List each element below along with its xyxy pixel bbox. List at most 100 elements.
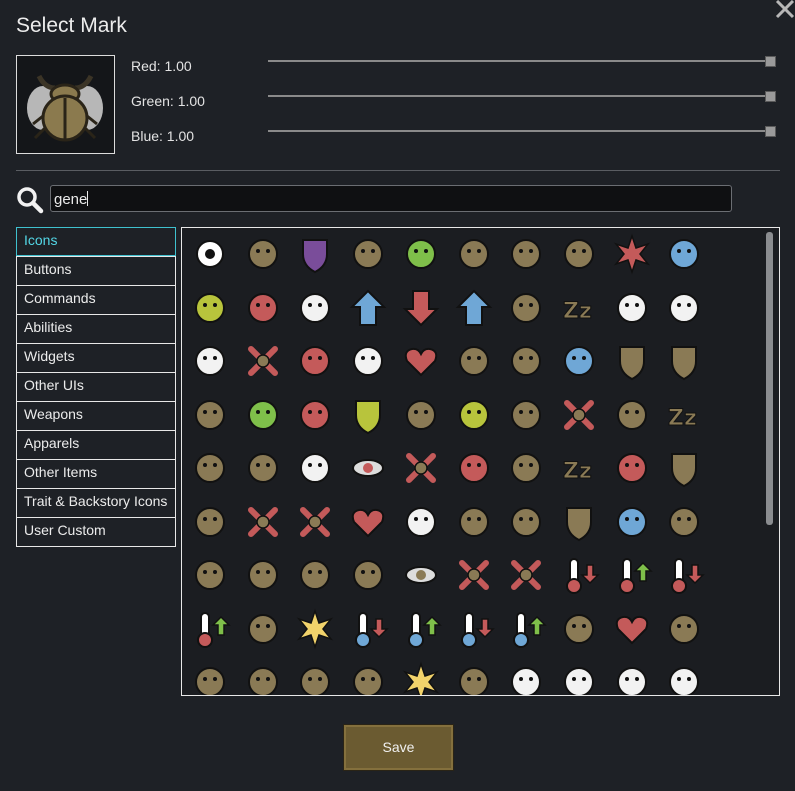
hook-icon[interactable] xyxy=(504,339,548,383)
save-button[interactable]: Save xyxy=(343,724,454,771)
arrow-down-cross-red-icon[interactable] xyxy=(399,286,443,330)
category-user-custom[interactable]: User Custom xyxy=(16,517,176,547)
dna-icon[interactable] xyxy=(346,660,390,695)
arrows-expand-blue-icon[interactable] xyxy=(557,339,601,383)
rock-pustules-icon[interactable] xyxy=(188,286,232,330)
crescent-shield-icon[interactable] xyxy=(662,446,706,490)
broken-heart-icon[interactable] xyxy=(399,339,443,383)
starburst-red-icon[interactable] xyxy=(610,232,654,276)
bow-cross-icon[interactable] xyxy=(293,500,337,544)
zombie-head-icon[interactable] xyxy=(399,500,443,544)
fox-head-mic-icon[interactable] xyxy=(188,339,232,383)
turtle-icon[interactable] xyxy=(241,446,285,490)
category-other-uis[interactable]: Other UIs xyxy=(16,372,176,401)
shield-yellow-icon[interactable] xyxy=(346,393,390,437)
smiley-green-icon[interactable] xyxy=(241,393,285,437)
wolf-shield-icon[interactable] xyxy=(662,339,706,383)
category-other-items[interactable]: Other Items xyxy=(16,459,176,488)
hand-white-icon[interactable] xyxy=(293,286,337,330)
category-commands[interactable]: Commands xyxy=(16,285,176,314)
blue-slider-handle[interactable] xyxy=(765,126,776,137)
jaw-icon[interactable] xyxy=(241,660,285,695)
running-animal-icon[interactable] xyxy=(504,286,548,330)
syringe-red-icon[interactable] xyxy=(241,286,285,330)
category-trait-backstory-icons[interactable]: Trait & Backstory Icons xyxy=(16,488,176,517)
paper-sack-icon[interactable] xyxy=(399,393,443,437)
crossed-fist-icon[interactable] xyxy=(504,553,548,597)
dancer-icon[interactable] xyxy=(241,553,285,597)
thermometer-blue-up-icon[interactable] xyxy=(399,607,443,651)
head-mic-icon[interactable] xyxy=(610,286,654,330)
tooth-face-icon[interactable] xyxy=(504,660,548,695)
skull-cross-blue-icon[interactable] xyxy=(399,446,443,490)
hair-icon[interactable] xyxy=(452,660,496,695)
no-entry-icon[interactable] xyxy=(610,393,654,437)
eye-red-icon[interactable] xyxy=(346,446,390,490)
zz-tan-icon[interactable]: Zz xyxy=(557,446,601,490)
cross-out-icon[interactable] xyxy=(241,339,285,383)
tusk-icon[interactable] xyxy=(452,339,496,383)
long-hair-face-icon[interactable] xyxy=(610,660,654,695)
claws-icon[interactable] xyxy=(504,500,548,544)
armor-icon[interactable] xyxy=(188,553,232,597)
radiation-shield-icon[interactable] xyxy=(610,339,654,383)
stomach-icon[interactable] xyxy=(452,232,496,276)
crossed-swords-green-icon[interactable] xyxy=(557,393,601,437)
hand-icon[interactable] xyxy=(662,660,706,695)
leap-arrow-icon[interactable] xyxy=(557,607,601,651)
beetle-small-icon[interactable] xyxy=(452,500,496,544)
category-buttons[interactable]: Buttons xyxy=(16,256,176,285)
head-fur-mic-icon[interactable] xyxy=(662,286,706,330)
category-icons[interactable]: Icons xyxy=(16,227,176,256)
teddy-bear-icon[interactable] xyxy=(188,660,232,695)
search-input[interactable]: gene xyxy=(50,185,732,212)
crossed-lizard-icon[interactable] xyxy=(452,553,496,597)
pustules-yellow-icon[interactable] xyxy=(452,393,496,437)
thermometer-blue-icon[interactable] xyxy=(346,607,390,651)
hearts-red-icon[interactable] xyxy=(346,500,390,544)
face-red-icon[interactable] xyxy=(293,339,337,383)
body-white-icon[interactable] xyxy=(293,446,337,490)
dragon-red-icon[interactable] xyxy=(452,446,496,490)
sun-icon[interactable] xyxy=(399,660,443,695)
thermometer-blue-up2-icon[interactable] xyxy=(504,607,548,651)
nose-icon[interactable] xyxy=(293,553,337,597)
stomach-tan-icon[interactable] xyxy=(504,393,548,437)
icon-grid-scrollbar[interactable] xyxy=(766,232,773,525)
lungs-icon[interactable] xyxy=(241,232,285,276)
bearded-face-icon[interactable] xyxy=(346,339,390,383)
planet-icon[interactable] xyxy=(346,232,390,276)
arrow-up-plus-blue-icon[interactable] xyxy=(452,286,496,330)
green-slider[interactable] xyxy=(268,91,776,102)
dice-shield-icon[interactable] xyxy=(557,500,601,544)
green-slider-handle[interactable] xyxy=(765,91,776,102)
category-abilities[interactable]: Abilities xyxy=(16,314,176,343)
rabbit-icon[interactable] xyxy=(504,446,548,490)
frankenstein-face-icon[interactable] xyxy=(557,660,601,695)
lower-jaw-icon[interactable] xyxy=(293,660,337,695)
sonic-wave-icon[interactable] xyxy=(504,232,548,276)
smiley-tan-icon[interactable] xyxy=(662,500,706,544)
red-slider[interactable] xyxy=(268,56,776,67)
bubbles-blue-icon[interactable] xyxy=(662,232,706,276)
radiation-down-icon[interactable] xyxy=(188,500,232,544)
heart-down-icon[interactable] xyxy=(610,607,654,651)
thermometer-up-icon[interactable] xyxy=(188,607,232,651)
bone-red-icon[interactable] xyxy=(610,446,654,490)
category-widgets[interactable]: Widgets xyxy=(16,343,176,372)
sleep-zz-icon[interactable]: Zz xyxy=(662,393,706,437)
red-slider-handle[interactable] xyxy=(765,56,776,67)
category-weapons[interactable]: Weapons xyxy=(16,401,176,430)
sleep-zzz-icon[interactable]: Zz xyxy=(557,286,601,330)
shield-purple-icon[interactable] xyxy=(293,232,337,276)
sun-burst-icon[interactable] xyxy=(293,607,337,651)
eye-tan-icon[interactable] xyxy=(399,553,443,597)
category-apparels[interactable]: Apparels xyxy=(16,430,176,459)
pig-nose-icon[interactable] xyxy=(346,553,390,597)
knife-icon[interactable] xyxy=(662,607,706,651)
arrow-up-cross-blue-icon[interactable] xyxy=(346,286,390,330)
thermometer-down-red-icon[interactable] xyxy=(557,553,601,597)
close-x-icon[interactable] xyxy=(772,0,795,22)
blue-slider[interactable] xyxy=(268,126,776,137)
sad-face-blue-icon[interactable] xyxy=(610,500,654,544)
